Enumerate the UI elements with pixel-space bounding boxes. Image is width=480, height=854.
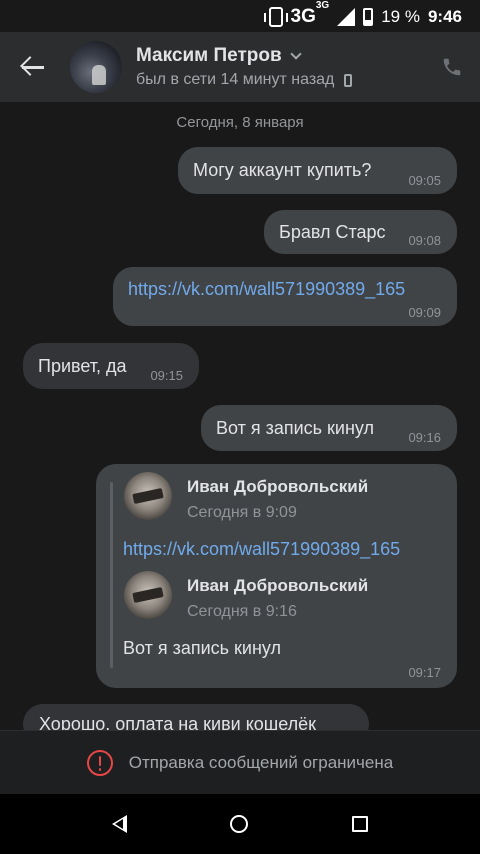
message-text: Могу аккаунт купить? bbox=[193, 160, 372, 180]
message-link[interactable]: https://vk.com/wall571990389_165 bbox=[128, 279, 405, 300]
network-indicator: 3G3G bbox=[290, 0, 330, 27]
arrow-left-icon bbox=[20, 55, 44, 79]
message-bubble[interactable]: Вот я запись кинул 09:16 bbox=[201, 405, 457, 451]
repost-inner-author[interactable]: Иван Добровольский bbox=[187, 576, 368, 596]
message-time: 09:17 bbox=[408, 665, 441, 680]
back-button[interactable] bbox=[0, 32, 64, 102]
contact-info[interactable]: Максим Петров был в сети 14 минут назад bbox=[136, 45, 424, 89]
avatar[interactable] bbox=[124, 571, 172, 619]
message-time: 09:16 bbox=[408, 430, 441, 445]
nav-recents-icon[interactable] bbox=[352, 816, 369, 832]
repost-date: Сегодня в 9:09 bbox=[187, 504, 297, 521]
message-bubble[interactable]: Привет, да 09:15 bbox=[23, 343, 199, 389]
messaging-restricted-banner: Отправка сообщений ограничена bbox=[0, 730, 480, 794]
message-bubble[interactable]: https://vk.com/wall571990389_165 09:09 bbox=[113, 267, 457, 326]
clock: 9:46 bbox=[427, 7, 462, 26]
message-time: 09:15 bbox=[150, 368, 183, 383]
vibrate-icon bbox=[263, 7, 288, 27]
message-time: 09:09 bbox=[408, 305, 441, 320]
alert-circle-icon bbox=[86, 749, 113, 776]
avatar[interactable] bbox=[124, 472, 172, 520]
contact-status: был в сети 14 минут назад bbox=[136, 71, 335, 88]
forwarded-message[interactable]: Иван Добровольский Сегодня в 9:09 https:… bbox=[96, 464, 457, 688]
nav-home-icon[interactable] bbox=[230, 815, 249, 833]
restricted-text: Отправка сообщений ограничена bbox=[128, 752, 394, 772]
nav-back-icon[interactable] bbox=[111, 815, 127, 833]
repost-link[interactable]: https://vk.com/wall571990389_165 bbox=[123, 539, 400, 560]
repost-author[interactable]: Иван Добровольский bbox=[187, 477, 368, 497]
message-text: Привет, да bbox=[38, 356, 127, 376]
message-feed[interactable]: Сегодня, 8 января Могу аккаунт купить? 0… bbox=[0, 102, 480, 730]
avatar[interactable] bbox=[70, 41, 122, 93]
message-bubble[interactable]: Бравл Старс 09:08 bbox=[264, 210, 457, 254]
message-bubble[interactable]: Хорошо, оплата на киви кошелёк bbox=[23, 704, 369, 730]
message-bubble[interactable]: Могу аккаунт купить? 09:05 bbox=[178, 147, 457, 194]
date-separator: Сегодня, 8 января bbox=[176, 114, 304, 131]
signal-icon bbox=[337, 8, 356, 26]
chat-header: Максим Петров был в сети 14 минут назад bbox=[0, 32, 480, 102]
message-text: Бравл Старс bbox=[279, 222, 386, 242]
battery-percent: 19 % bbox=[381, 7, 420, 26]
phone-icon bbox=[441, 56, 463, 78]
battery-icon bbox=[363, 8, 374, 26]
contact-name: Максим Петров bbox=[136, 45, 282, 66]
repost-inner-date: Сегодня в 9:16 bbox=[187, 603, 297, 620]
status-bar: 3G3G 19 % 9:46 bbox=[0, 0, 480, 32]
message-text: Хорошо, оплата на киви кошелёк bbox=[39, 714, 317, 730]
chevron-down-icon bbox=[289, 48, 302, 60]
system-nav-bar bbox=[0, 794, 480, 854]
message-text: Вот я запись кинул bbox=[216, 418, 375, 438]
mobile-icon bbox=[344, 73, 353, 87]
repost-inner-text: Вот я запись кинул bbox=[123, 638, 282, 658]
message-time: 09:05 bbox=[408, 173, 441, 188]
call-button[interactable] bbox=[424, 32, 480, 102]
message-time: 09:08 bbox=[408, 233, 441, 248]
quote-bar bbox=[110, 482, 113, 668]
